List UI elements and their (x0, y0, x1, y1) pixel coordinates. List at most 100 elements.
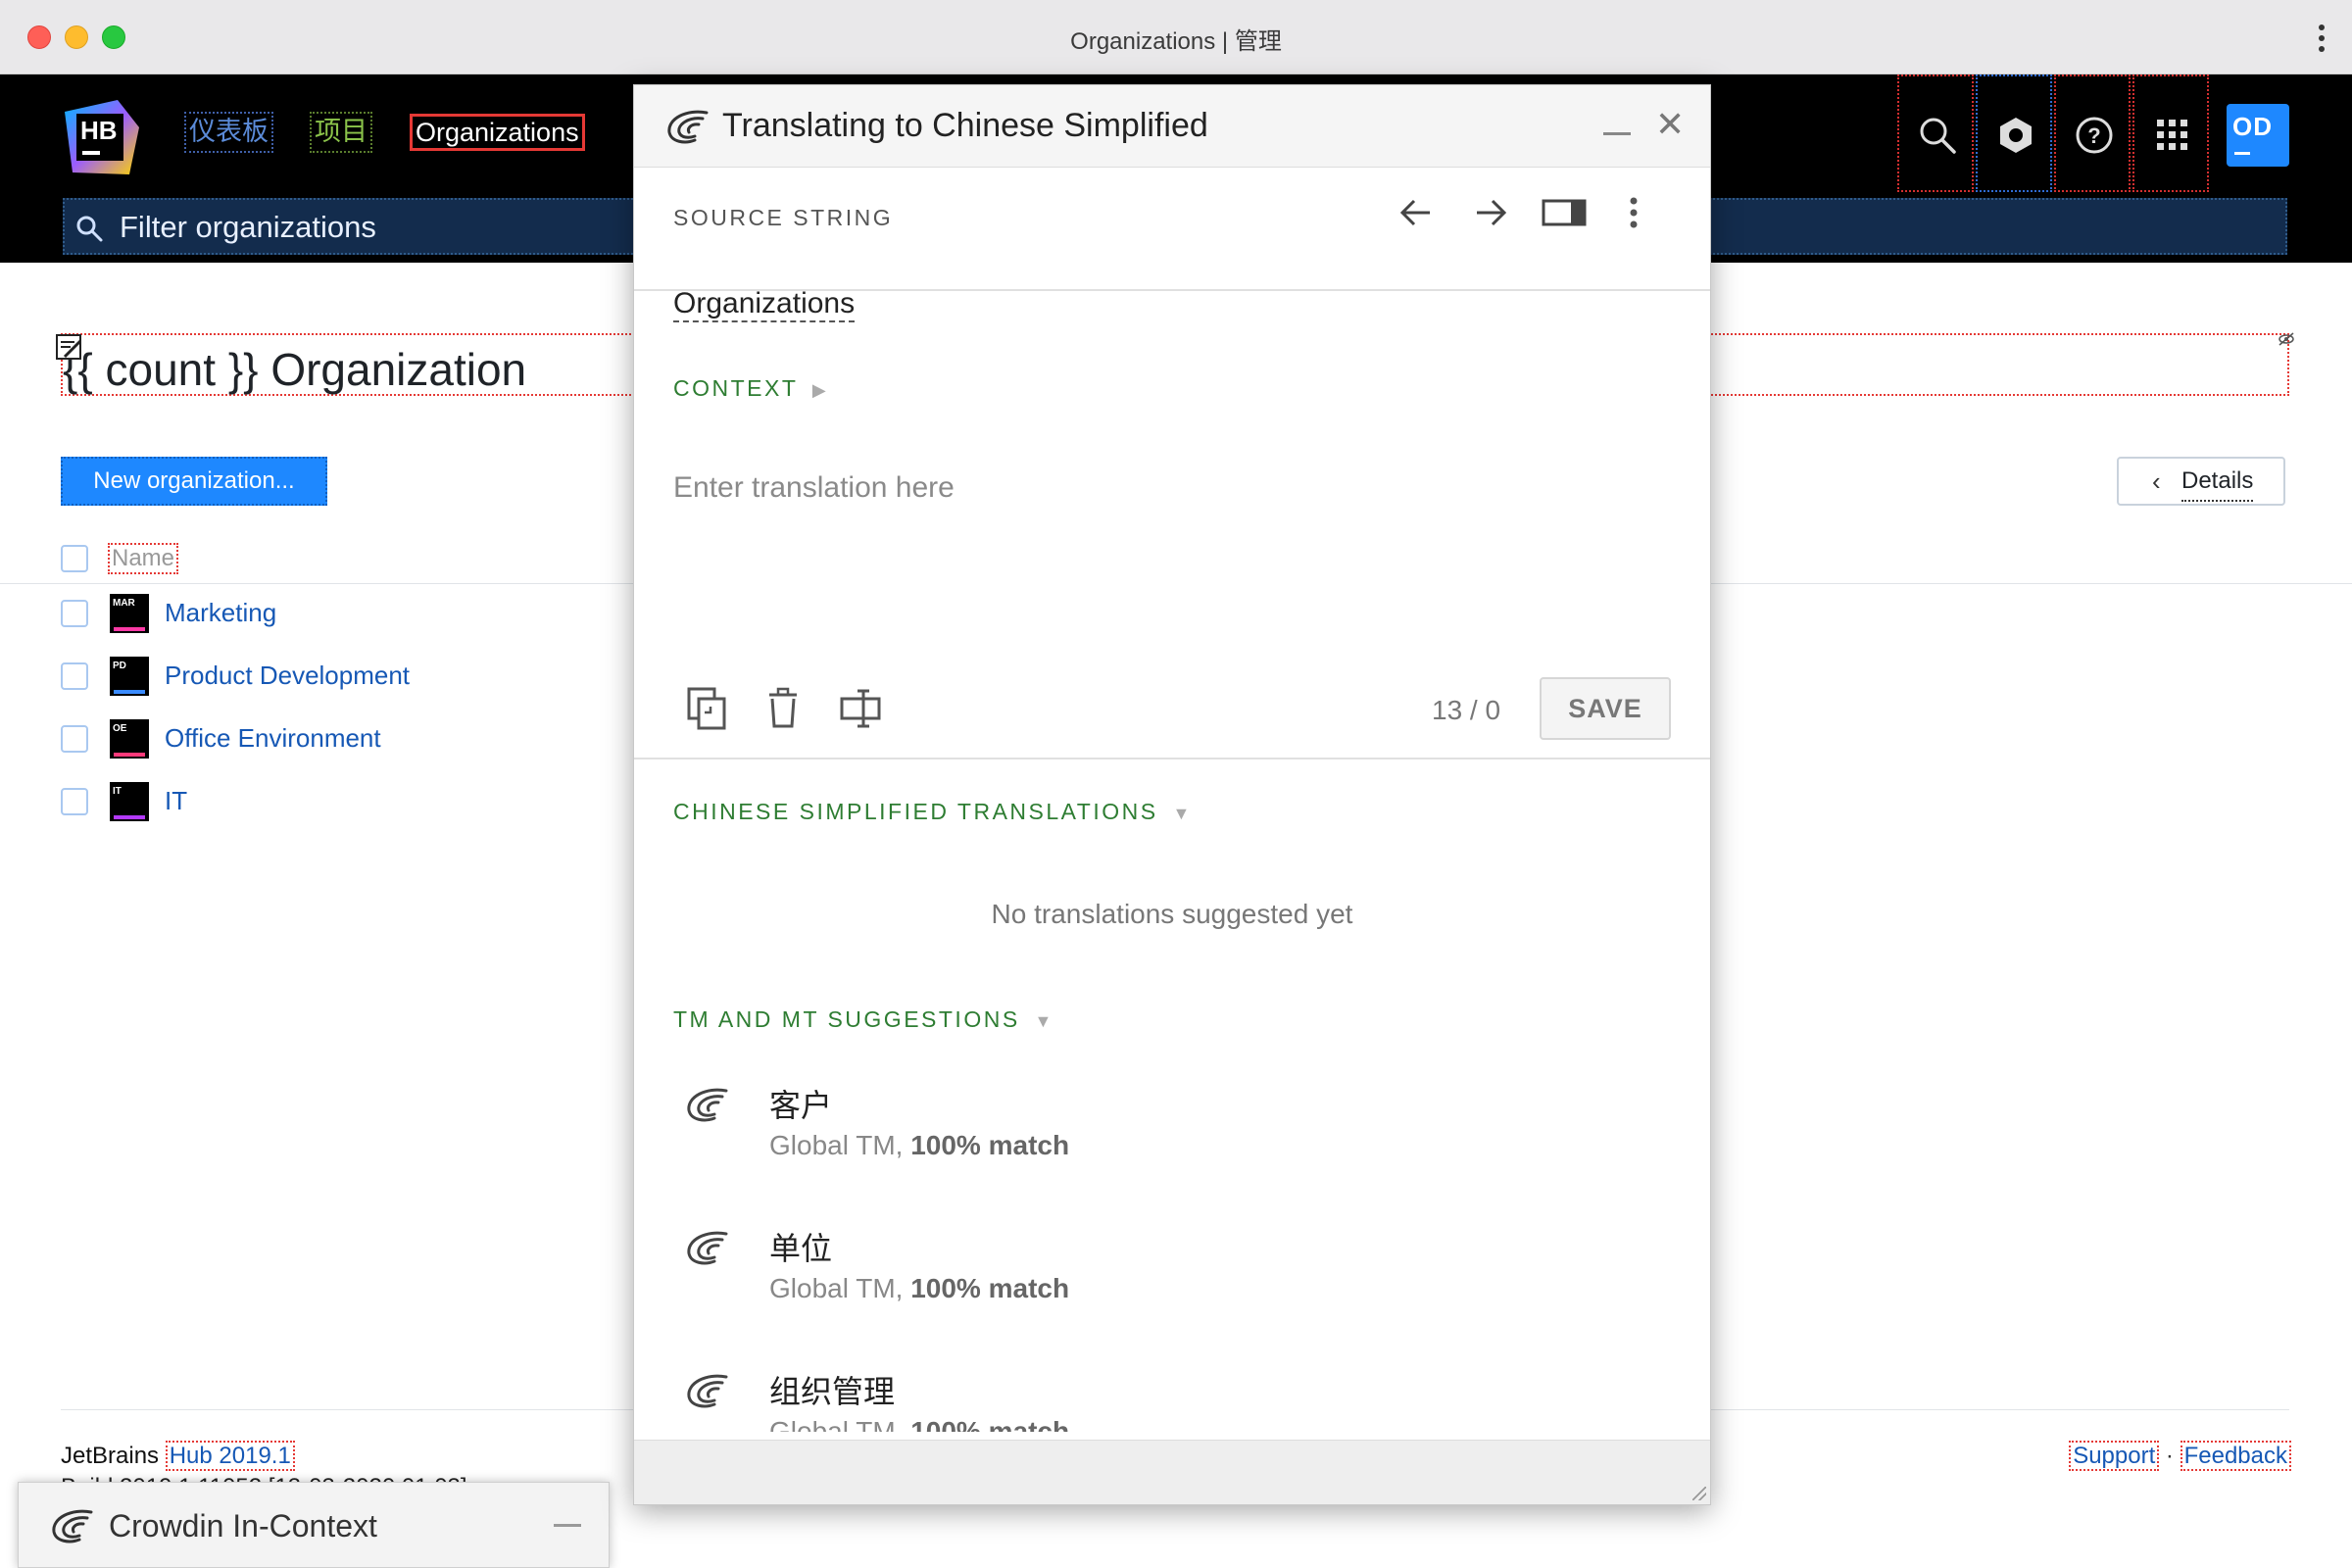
tm-label: TM AND MT SUGGESTIONS (673, 1006, 1020, 1032)
row-checkbox[interactable] (61, 662, 88, 690)
footer-separator: · (2165, 1443, 2174, 1469)
source-string-label: SOURCE STRING (673, 205, 894, 230)
suggestion-meta: Global TM, 100% match (769, 1130, 1069, 1161)
delete-icon[interactable] (763, 685, 803, 732)
arrow-right-icon[interactable] (1471, 193, 1510, 232)
edit-icon[interactable] (55, 333, 84, 363)
table-row[interactable]: PD Product Development (61, 657, 649, 696)
org-name-link[interactable]: Product Development (165, 661, 410, 691)
suggestion-source: Global TM, (769, 1130, 904, 1160)
select-all-checkbox[interactable] (61, 545, 88, 572)
translations-label: CHINESE SIMPLIFIED TRANSLATIONS (673, 799, 1158, 824)
text-cursor-icon[interactable] (838, 685, 885, 732)
org-badge: MAR (110, 594, 149, 633)
user-avatar[interactable]: OD (2227, 104, 2289, 167)
search-icon (1920, 118, 1956, 154)
dialog-title: Translating to Chinese Simplified (722, 107, 1208, 144)
suggestion-match: 100% match (910, 1130, 1070, 1160)
settings-icon (2000, 118, 2032, 153)
minimize-icon[interactable] (1603, 132, 1631, 135)
org-badge: PD (110, 657, 149, 696)
org-name-link[interactable]: Marketing (165, 598, 276, 628)
svg-text:?: ? (2087, 123, 2100, 148)
org-badge: IT (110, 782, 149, 821)
sidebar-toggle-icon[interactable] (1540, 193, 1591, 232)
footer-left: JetBrains Hub 2019.1 (61, 1441, 295, 1471)
suggestion-text: 组织管理 (769, 1374, 896, 1409)
header-search-button[interactable] (1897, 74, 1974, 192)
more-vert-icon[interactable] (1614, 193, 1653, 232)
tm-section-toggle[interactable]: TM AND MT SUGGESTIONS ▼ (673, 1006, 1054, 1033)
nav-organizations[interactable]: Organizations (410, 114, 585, 151)
copy-source-icon[interactable] (685, 685, 728, 732)
suggestion-item[interactable]: 客户 Global TM, 100% match (673, 1081, 1653, 1175)
filter-placeholder: Filter organizations (120, 210, 376, 244)
suggestion-item[interactable]: 单位 Global TM, 100% match (673, 1224, 1653, 1318)
suggestion-text: 客户 (769, 1088, 833, 1123)
translations-section-toggle[interactable]: CHINESE SIMPLIFIED TRANSLATIONS ▼ (673, 799, 1193, 825)
eye-off-icon[interactable] (2278, 331, 2295, 347)
resize-handle-icon[interactable] (1692, 1487, 1706, 1500)
footer-right: Support · Feedback (2069, 1441, 2291, 1471)
suggestion-match: 100% match (910, 1416, 1070, 1432)
new-organization-button[interactable]: New organization... (61, 457, 327, 506)
search-icon (76, 216, 103, 242)
row-checkbox[interactable] (61, 788, 88, 815)
header-apps-button[interactable] (2132, 74, 2209, 192)
org-name-link[interactable]: Office Environment (165, 723, 381, 754)
crowdin-logo-icon (52, 1509, 93, 1544)
minimize-icon[interactable] (554, 1524, 581, 1527)
help-icon: ? (2076, 117, 2113, 154)
org-name-link[interactable]: IT (165, 786, 187, 816)
table-row[interactable]: IT IT (61, 782, 649, 821)
triangle-down-icon: ▼ (1172, 804, 1193, 823)
table-row[interactable]: MAR Marketing (61, 594, 649, 633)
row-checkbox[interactable] (61, 600, 88, 627)
suggestion-item[interactable]: 组织管理 Global TM, 100% match (673, 1367, 1653, 1432)
divider (634, 758, 1710, 760)
suggestion-source: Global TM, (769, 1416, 904, 1432)
details-button[interactable]: ‹ Details (2117, 457, 2285, 506)
suggestion-match: 100% match (910, 1273, 1070, 1303)
footer-product-link[interactable]: Hub 2019.1 (165, 1441, 295, 1471)
translation-input[interactable]: Enter translation here (673, 471, 955, 505)
suggestion-meta: Global TM, 100% match (769, 1416, 1069, 1432)
window-titlebar: Organizations | 管理 (0, 0, 2352, 74)
apps-icon (2157, 120, 2187, 150)
org-badge: OE (110, 719, 149, 759)
nav-projects[interactable]: 项目 (310, 112, 372, 153)
crowdin-logo-icon (687, 1231, 728, 1265)
feedback-link[interactable]: Feedback (2180, 1441, 2291, 1471)
character-counter: 13 / 0 (1432, 695, 1501, 725)
column-header-name[interactable]: Name (108, 543, 179, 574)
crowdin-logo-icon (687, 1374, 728, 1408)
page-title-text: {{ count }} Organization (63, 344, 527, 395)
dialog-header[interactable]: Translating to Chinese Simplified ✕ (634, 85, 1710, 168)
context-toggle[interactable]: CONTEXT ▶ (673, 375, 828, 402)
save-button[interactable]: SAVE (1540, 677, 1671, 740)
arrow-left-icon[interactable] (1396, 193, 1436, 232)
dialog-footer (634, 1440, 1710, 1504)
source-string-text: Organizations (673, 287, 856, 322)
divider (634, 289, 1710, 291)
suggestion-text: 单位 (769, 1231, 833, 1266)
nav-dashboard[interactable]: 仪表板 (184, 112, 273, 153)
triangle-right-icon: ▶ (811, 380, 829, 400)
translation-dialog: Translating to Chinese Simplified ✕ SOUR… (633, 84, 1711, 1505)
crowdin-panel-title: Crowdin In-Context (109, 1508, 377, 1544)
hub-logo[interactable]: HB (61, 98, 141, 178)
header-settings-button[interactable] (1976, 74, 2052, 192)
support-link[interactable]: Support (2069, 1441, 2160, 1471)
crowdin-logo-icon (687, 1088, 728, 1122)
close-icon[interactable]: ✕ (1655, 107, 1685, 142)
row-checkbox[interactable] (61, 725, 88, 753)
details-label: Details (2181, 463, 2254, 502)
suggestion-source: Global TM, (769, 1273, 904, 1303)
crowdin-logo-icon (667, 110, 709, 144)
more-vert-icon[interactable] (2317, 22, 2327, 53)
window-title: Organizations | 管理 (1070, 28, 1282, 55)
table-row[interactable]: OE Office Environment (61, 719, 649, 759)
no-translations-note: No translations suggested yet (991, 899, 1353, 929)
crowdin-incontext-panel[interactable]: Crowdin In-Context (18, 1482, 610, 1568)
header-help-button[interactable]: ? (2054, 74, 2131, 192)
